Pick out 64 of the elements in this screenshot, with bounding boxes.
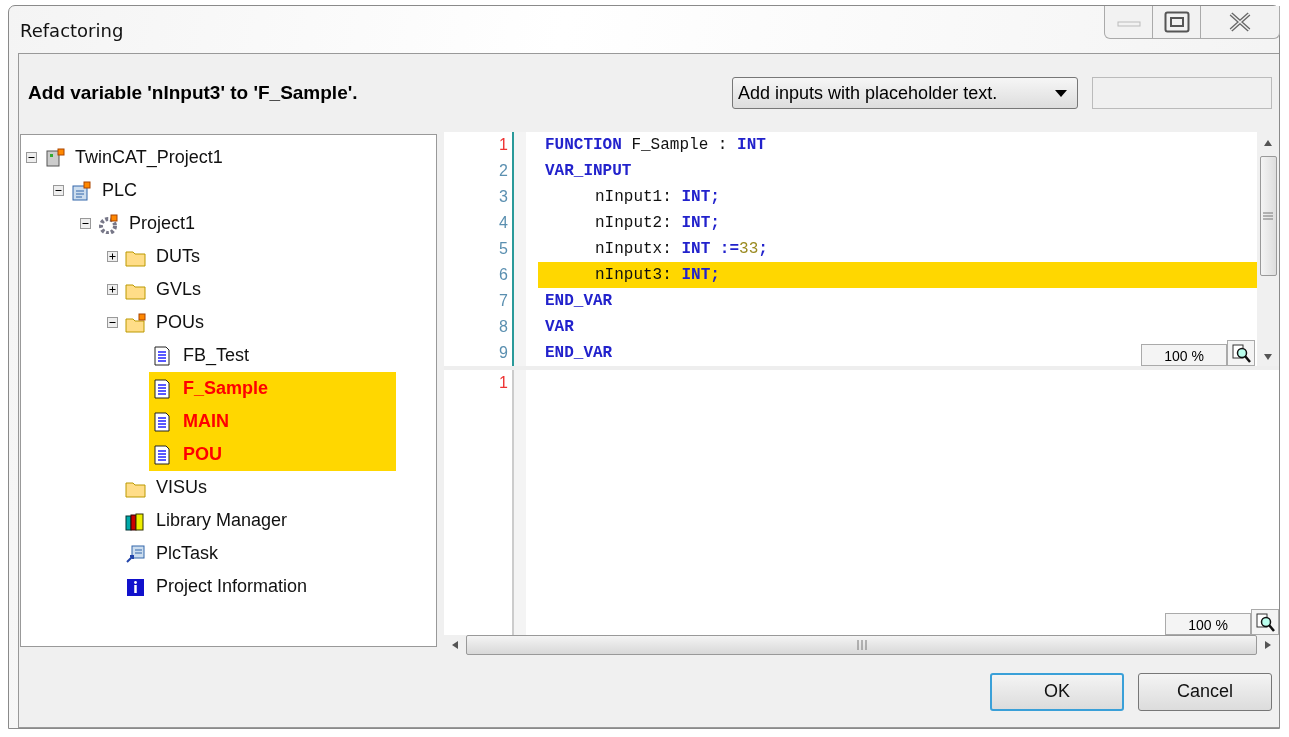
tree-item[interactable]: Library Manager — [152, 504, 292, 537]
folder-icon — [125, 312, 146, 333]
tree-item[interactable]: GVLs — [152, 273, 206, 306]
scroll-left-arrow-icon[interactable] — [452, 641, 458, 650]
code-line: nInputx: INT :=33; — [594, 239, 768, 260]
code-line: nInput1: INT; — [594, 187, 720, 208]
gear-icon — [98, 213, 119, 234]
info-icon — [125, 576, 146, 597]
line-number: 6 — [498, 265, 509, 285]
window-title: Refactoring — [20, 20, 124, 41]
tree-item[interactable]: TwinCAT_Project1 — [71, 141, 227, 174]
task-icon — [125, 543, 146, 564]
scrollbar-thumb[interactable] — [1259, 156, 1277, 276]
line-number: 5 — [498, 239, 509, 259]
code-line: FUNCTION F_Sample : INT — [544, 135, 766, 156]
tree-item[interactable]: PlcTask — [152, 537, 222, 570]
scroll-right-arrow-icon[interactable] — [1265, 641, 1271, 650]
scroll-down-arrow-icon[interactable] — [1264, 354, 1272, 360]
zoom-button[interactable] — [1251, 608, 1279, 635]
tree-item[interactable]: Project1 — [125, 207, 200, 240]
document-icon — [71, 180, 92, 201]
code-line: VAR_INPUT — [544, 161, 632, 182]
mode-dropdown[interactable]: Add inputs with placeholder text. — [732, 77, 1078, 109]
code-line: nInput2: INT; — [594, 213, 720, 234]
collapse-icon[interactable] — [80, 218, 91, 229]
zoom-level: 100 % — [1141, 344, 1227, 366]
collapse-icon[interactable] — [107, 317, 118, 328]
line-number: 4 — [498, 213, 509, 233]
line-number: 2 — [498, 161, 509, 181]
collapse-icon[interactable] — [26, 152, 37, 163]
dialog-button[interactable]: OK — [990, 672, 1124, 711]
tree-item[interactable]: Project Information — [152, 570, 312, 603]
line-number: 9 — [498, 343, 509, 363]
document-icon — [152, 411, 173, 432]
line-number: 8 — [498, 317, 509, 337]
tree-item[interactable]: POUs — [152, 306, 208, 339]
code-line: END_VAR — [544, 291, 613, 312]
scroll-up-arrow-icon[interactable] — [1264, 140, 1272, 146]
tree-item[interactable]: PLC — [98, 174, 141, 207]
document-icon — [152, 378, 173, 399]
books-icon — [125, 510, 146, 531]
caret-icon — [1055, 89, 1067, 97]
tree-item[interactable]: DUTs — [152, 240, 204, 273]
code-line: END_VAR — [544, 343, 613, 364]
message-text: Add variable 'nInput3' to 'F_Sample'. — [28, 82, 359, 104]
document-icon — [152, 345, 173, 366]
tree-item[interactable]: VISUs — [152, 471, 211, 504]
maximize-icon — [1163, 11, 1190, 33]
document-icon — [152, 444, 173, 465]
collapse-icon[interactable] — [53, 185, 64, 196]
expand-icon[interactable] — [107, 251, 118, 262]
server-icon — [44, 147, 65, 168]
line-number: 1 — [498, 135, 509, 155]
line-number: 1 — [498, 373, 509, 393]
dialog-button[interactable]: Cancel — [1138, 672, 1272, 711]
line-number: 3 — [498, 187, 509, 207]
code-line: VAR — [544, 317, 574, 338]
close-icon — [1229, 12, 1251, 32]
expand-icon[interactable] — [107, 284, 118, 295]
zoom-button[interactable] — [1227, 340, 1255, 366]
input-field[interactable] — [1092, 77, 1272, 109]
line-number: 7 — [498, 291, 509, 311]
tree-item[interactable]: FB_Test — [179, 339, 254, 372]
zoom-level: 100 % — [1165, 612, 1251, 635]
